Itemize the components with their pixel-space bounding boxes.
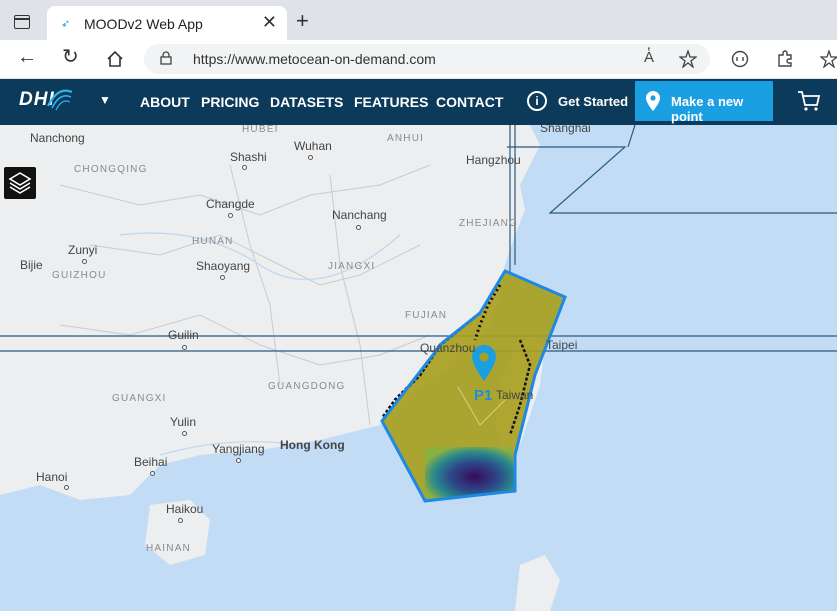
map-canvas[interactable]: Nanchong Shashi Wuhan Hangzhou Shanghai …	[0, 125, 837, 611]
tab-title: MOODv2 Web App	[84, 16, 203, 32]
city-label: Yulin	[170, 415, 197, 429]
layers-icon	[8, 172, 32, 194]
province-label: GUIZHOU	[52, 270, 107, 281]
city-label: Shanghai	[540, 125, 591, 135]
city-label: Beihai	[134, 455, 168, 469]
province-label: FUJIAN	[405, 310, 448, 321]
city-dot	[64, 485, 69, 490]
city-label: Bijie	[20, 258, 43, 272]
city-label: Nanchong	[30, 131, 85, 145]
layers-button[interactable]	[4, 167, 36, 199]
back-icon[interactable]: ←	[17, 47, 37, 67]
nav-datasets[interactable]: DATASETS	[270, 94, 343, 110]
map-pin-icon	[646, 91, 660, 111]
url-text: https://www.metocean-on-demand.com	[193, 51, 436, 67]
info-icon[interactable]: i	[527, 91, 547, 111]
city-label: Wuhan	[294, 139, 332, 153]
city-dot	[220, 275, 225, 280]
province-label: HUNAN	[192, 236, 234, 247]
province-label: ZHEJIANG	[459, 218, 519, 229]
city-label: Haikou	[166, 502, 204, 516]
city-dot	[228, 213, 233, 218]
city-dot	[82, 259, 87, 264]
dhi-logo-swoosh-icon	[47, 89, 73, 111]
nav-pricing[interactable]: PRICING	[201, 94, 259, 110]
province-label: ANHUI	[387, 133, 425, 144]
address-bar-row: ← ↻ https://www.metocean-on-demand.com A…	[0, 40, 837, 79]
city-label: Zunyi	[68, 243, 98, 257]
city-label: Taipei	[546, 338, 578, 352]
city-dot	[308, 155, 313, 160]
point-label-p1[interactable]: P1	[474, 387, 492, 404]
city-label: Hangzhou	[466, 153, 521, 167]
make-new-point-button[interactable]: Make a new point	[635, 81, 773, 124]
city-label: Shaoyang	[196, 259, 251, 273]
city-dot	[178, 518, 183, 523]
province-label: JIANGXI	[328, 261, 376, 272]
city-dot	[150, 471, 155, 476]
nav-contact[interactable]: CONTACT	[436, 94, 503, 110]
province-label: CHONGQING	[74, 164, 148, 175]
province-label: GUANGXI	[112, 393, 167, 404]
nav-features[interactable]: FEATURES	[354, 94, 428, 110]
city-label: Taiwan	[496, 388, 534, 402]
extensions-icon[interactable]	[776, 50, 794, 68]
city-label: Shashi	[230, 150, 267, 164]
lock-icon	[160, 51, 172, 65]
new-tab-button[interactable]: +	[296, 10, 309, 32]
make-new-point-label: Make a new point	[671, 94, 744, 124]
app-header: DHI ▼ ABOUT PRICING DATASETS FEATURES CO…	[0, 79, 837, 125]
city-dot	[182, 431, 187, 436]
province-label: GUANGDONG	[268, 381, 346, 392]
url-field[interactable]: https://www.metocean-on-demand.com A̔	[144, 44, 710, 74]
browser-essentials-icon[interactable]	[731, 50, 749, 68]
city-dot	[236, 458, 241, 463]
city-label: Yangjiang	[212, 442, 265, 456]
city-label: Nanchang	[332, 208, 387, 222]
sea-area	[0, 125, 837, 611]
city-dot	[356, 225, 361, 230]
browser-tab[interactable]: ➶ MOODv2 Web App ✕	[47, 6, 287, 40]
refresh-icon[interactable]: ↻	[62, 47, 79, 67]
nav-about[interactable]: ABOUT	[140, 94, 190, 110]
get-started-link[interactable]: Get Started	[558, 94, 628, 109]
city-label: Hong Kong	[280, 438, 345, 452]
tab-actions-icon[interactable]	[14, 15, 30, 29]
favorite-star-icon[interactable]	[679, 50, 697, 68]
cart-icon[interactable]	[797, 90, 821, 112]
map-base-layer	[0, 125, 837, 611]
city-label: Quanzhou	[420, 341, 476, 355]
province-label: HAINAN	[146, 543, 191, 554]
city-label: Hanoi	[36, 470, 68, 484]
menu-dropdown-icon[interactable]: ▼	[99, 93, 111, 107]
browser-tab-bar: ➶ MOODv2 Web App ✕ +	[0, 0, 837, 40]
favorites-icon[interactable]	[820, 50, 837, 68]
city-dot	[182, 345, 187, 350]
close-tab-icon[interactable]: ✕	[262, 12, 277, 33]
site-favicon-icon: ➶	[61, 18, 71, 30]
city-dot	[242, 165, 247, 170]
city-label: Changde	[206, 197, 255, 211]
read-aloud-icon[interactable]: A̔	[644, 49, 654, 66]
province-label: HUBEI	[242, 125, 279, 135]
city-label: Guilin	[168, 328, 199, 342]
home-icon[interactable]	[106, 50, 124, 68]
